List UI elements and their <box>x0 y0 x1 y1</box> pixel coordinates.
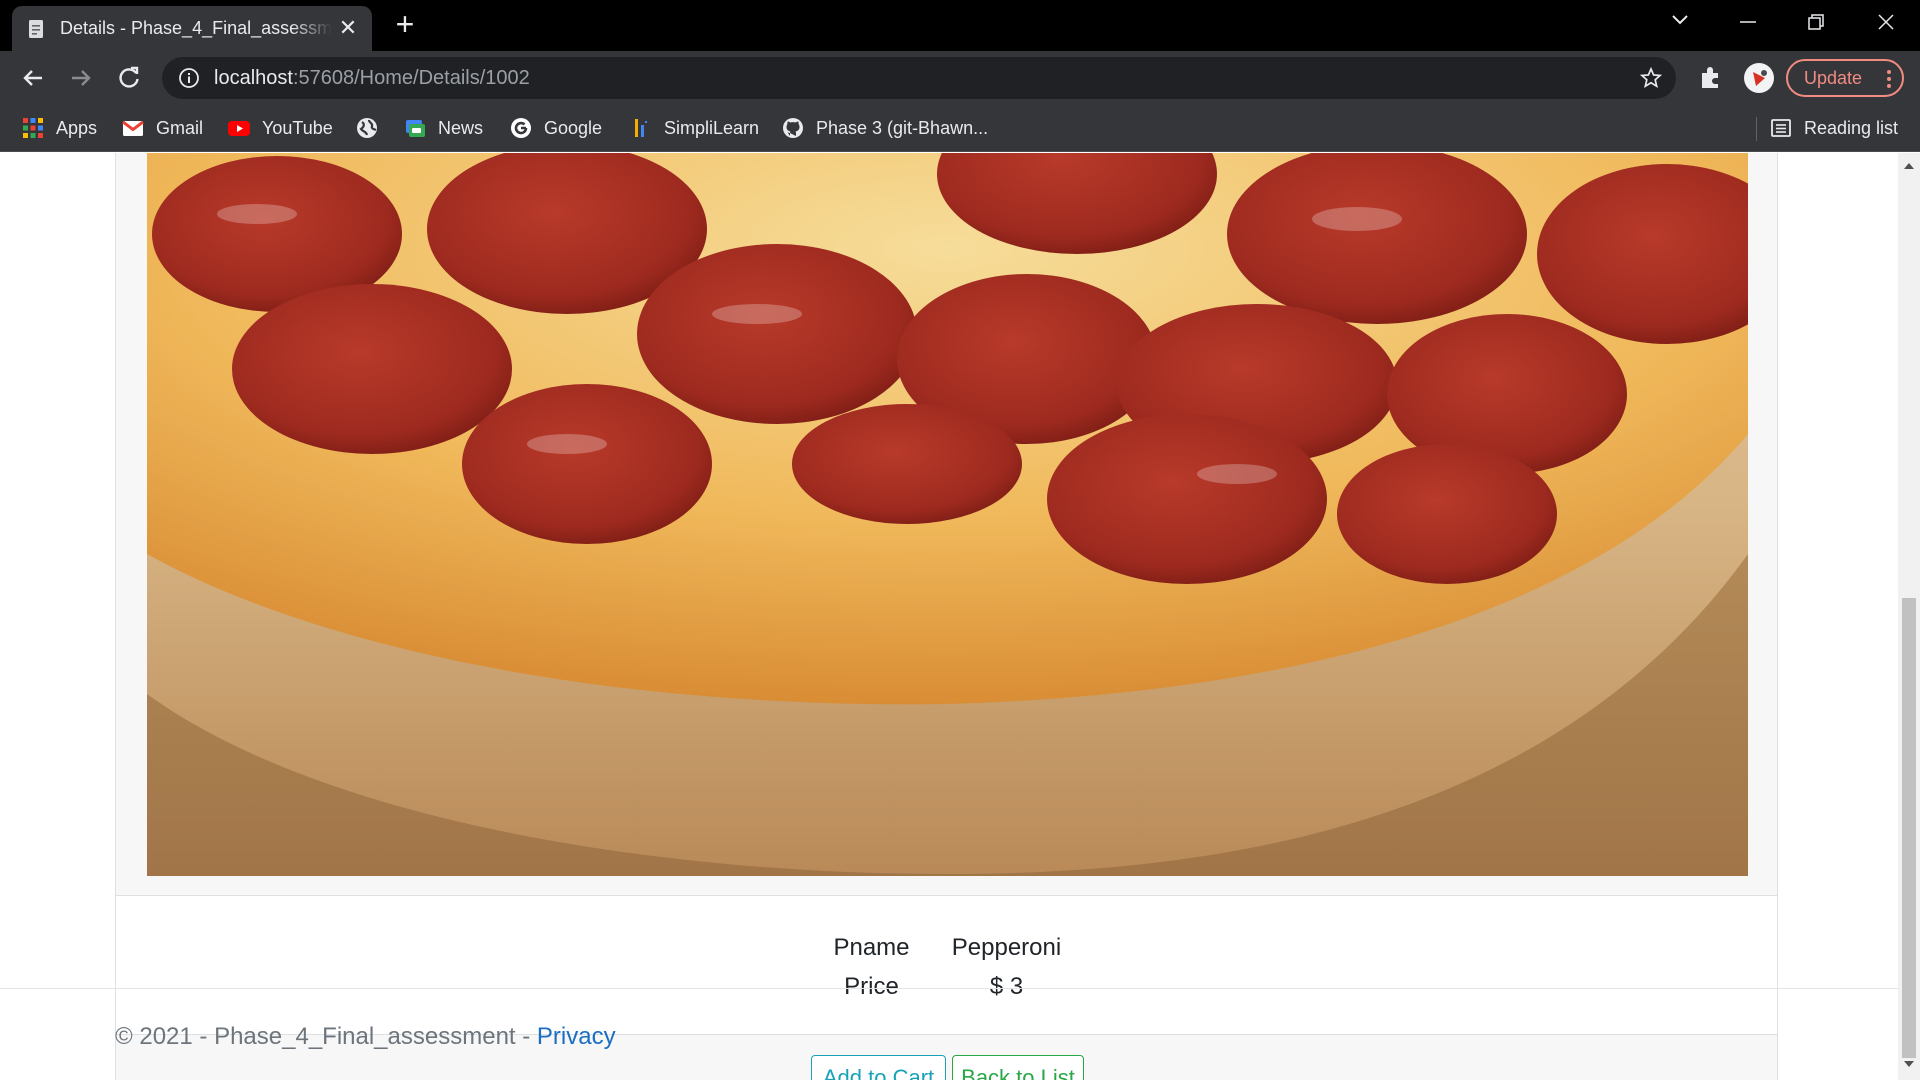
document-icon <box>29 19 43 38</box>
profile-avatar[interactable] <box>1744 63 1774 93</box>
bookmark-label: Google <box>544 117 603 138</box>
update-button[interactable]: Update <box>1786 59 1904 97</box>
tab-search-icon[interactable] <box>1660 8 1700 36</box>
detail-value: Pepperoni <box>951 934 1062 961</box>
bookmark-separator <box>1756 117 1757 141</box>
back-arrow-icon[interactable] <box>18 63 48 93</box>
extensions-puzzle-icon[interactable] <box>1698 64 1724 90</box>
card-image-header <box>116 153 1777 896</box>
scroll-down-arrow-icon[interactable] <box>1903 1059 1915 1069</box>
scrollbar-thumb[interactable] <box>1902 598 1916 1058</box>
detail-term: Pname <box>833 934 910 961</box>
product-image <box>147 153 1748 876</box>
page-viewport: Pname Pepperoni Price $ 3 Add to Cart Ba… <box>0 153 1898 1080</box>
bookmark-label: Apps <box>56 117 98 138</box>
privacy-link[interactable]: Privacy <box>537 1023 616 1050</box>
globe-icon <box>357 118 377 138</box>
tab-title: Details - Phase_4_Final_assessment <box>60 18 332 38</box>
github-icon <box>783 118 803 138</box>
browser-toolbar: localhost:57608/Home/Details/1002 Update <box>0 51 1920 105</box>
bookmark-label: Phase 3 (git-Bhawn... <box>816 117 989 138</box>
url-text[interactable]: localhost:57608/Home/Details/1002 <box>214 67 530 90</box>
bookmark-label: YouTube <box>262 117 333 138</box>
tab-strip: Details - Phase_4_Final_assessment ✕ + <box>0 0 1920 51</box>
bookmark-globe[interactable] <box>356 115 390 141</box>
bookmark-youtube[interactable]: YouTube <box>228 115 333 141</box>
restore-button[interactable] <box>1796 8 1836 36</box>
product-card: Pname Pepperoni Price $ 3 Add to Cart Ba… <box>115 153 1778 1080</box>
reload-icon[interactable] <box>114 63 144 93</box>
url-host: localhost <box>214 66 293 89</box>
apps-grid-icon <box>23 118 43 138</box>
site-info-icon[interactable] <box>178 67 200 89</box>
browser-tab[interactable]: Details - Phase_4_Final_assessment ✕ <box>12 6 372 51</box>
copyright-text: © 2021 - Phase_4_Final_assessment - <box>115 1023 537 1050</box>
google-icon <box>511 118 531 138</box>
page-footer: © 2021 - Phase_4_Final_assessment - Priv… <box>0 988 1898 1080</box>
forward-arrow-icon[interactable] <box>66 63 96 93</box>
bookmark-label: Gmail <box>156 117 204 138</box>
bookmark-gmail[interactable]: Gmail <box>122 115 203 141</box>
reading-list-icon <box>1771 119 1791 137</box>
detail-row-name: Pname Pepperoni <box>116 934 1777 973</box>
reading-list-button[interactable]: Reading list <box>1770 115 1898 141</box>
bookmarks-bar: Apps Gmail YouTube News Google SimpliLea… <box>0 105 1920 152</box>
bookmark-label: SimpliLearn <box>664 117 760 138</box>
vertical-scrollbar[interactable] <box>1898 153 1920 1080</box>
minimize-button[interactable] <box>1728 8 1768 36</box>
bookmark-news[interactable]: News <box>404 115 483 141</box>
bookmark-star-icon[interactable] <box>1640 67 1662 89</box>
news-icon <box>406 120 425 137</box>
update-label: Update <box>1804 67 1863 88</box>
footer-text: © 2021 - Phase_4_Final_assessment - Priv… <box>115 1023 616 1051</box>
bookmark-github[interactable]: Phase 3 (git-Bhawn... <box>782 115 988 141</box>
bookmark-simplilearn[interactable]: SimpliLearn <box>630 115 759 141</box>
youtube-icon <box>228 121 250 136</box>
gmail-icon <box>122 120 144 136</box>
reading-list-label: Reading list <box>1804 117 1899 138</box>
more-menu-icon[interactable] <box>1886 69 1892 89</box>
close-tab-icon[interactable]: ✕ <box>336 16 360 40</box>
close-window-button[interactable] <box>1866 8 1906 36</box>
url-path: :57608/Home/Details/1002 <box>292 66 530 89</box>
bookmark-label: News <box>438 117 484 138</box>
scroll-up-arrow-icon[interactable] <box>1903 161 1915 171</box>
bookmark-apps[interactable]: Apps <box>22 115 97 141</box>
address-bar[interactable]: localhost:57608/Home/Details/1002 <box>162 57 1676 99</box>
simplilearn-icon <box>635 119 647 137</box>
bookmark-google[interactable]: Google <box>510 115 602 141</box>
new-tab-button[interactable]: + <box>390 8 420 40</box>
